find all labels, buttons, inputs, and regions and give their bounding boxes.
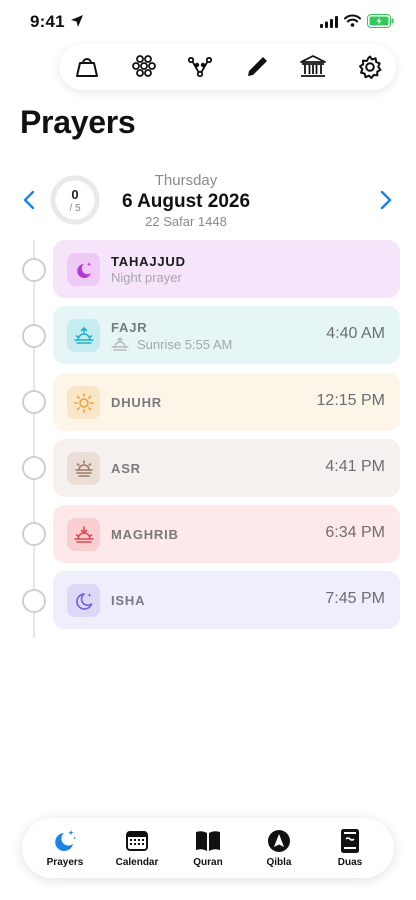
total-count: / 5 — [69, 203, 81, 214]
prayer-name: FAJR — [111, 320, 148, 335]
tab-label: Calendar — [115, 857, 159, 868]
prayer-checkbox[interactable] — [22, 456, 46, 480]
sunrise-small-icon — [111, 336, 129, 357]
prayer-card-asr[interactable]: ASR 4:41 PM — [53, 439, 400, 497]
chevron-right-icon — [380, 190, 392, 210]
settings-icon[interactable] — [356, 53, 384, 81]
top-toolbar — [59, 44, 396, 90]
prayer-name: ASR — [111, 461, 141, 476]
prayer-subtitle: Sunrise 5:55 AM — [137, 337, 233, 352]
tab-duas[interactable]: Duas — [311, 821, 389, 875]
prayer-time: 12:15 PM — [316, 392, 385, 409]
nodes-icon[interactable] — [186, 53, 214, 81]
status-bar: 9:41 — [0, 0, 416, 44]
prayer-checkbox[interactable] — [22, 589, 46, 613]
tab-quran[interactable]: Quran — [169, 821, 247, 875]
prayer-name: DHUHR — [111, 395, 162, 410]
previous-day-button[interactable] — [19, 188, 39, 212]
prayer-name: MAGHRIB — [111, 527, 179, 542]
prayer-time: 7:45 PM — [325, 590, 385, 607]
prayer-subtitle: Night prayer — [111, 270, 182, 285]
sun-low-icon — [67, 452, 100, 485]
prayer-time: 4:41 PM — [325, 458, 385, 475]
location-arrow-icon — [70, 14, 84, 33]
cellular-signal-icon — [320, 15, 339, 33]
tab-prayers[interactable]: Prayers — [26, 821, 104, 875]
tab-label: Duas — [337, 857, 363, 868]
prayer-checkbox[interactable] — [22, 324, 46, 348]
prayer-time: 6:34 PM — [325, 524, 385, 541]
sun-icon — [67, 386, 100, 419]
book-open-icon — [169, 828, 247, 854]
calendar-icon — [98, 828, 176, 854]
prayer-checkbox[interactable] — [22, 258, 46, 282]
institution-icon[interactable] — [299, 53, 327, 81]
battery-icon — [367, 14, 394, 33]
page-title: Prayers — [20, 104, 136, 140]
date-weekday: Thursday — [154, 172, 218, 189]
moon-icon — [67, 584, 100, 617]
prayer-checkbox[interactable] — [22, 522, 46, 546]
completed-count: 0 — [71, 187, 79, 202]
prayer-checkbox[interactable] — [22, 390, 46, 414]
prayer-time: 4:40 AM — [326, 325, 385, 342]
prayer-card-isha[interactable]: ISHA 7:45 PM — [53, 571, 400, 629]
sunset-icon — [67, 518, 100, 551]
sunrise-icon — [67, 319, 100, 352]
tab-qibla[interactable]: Qibla — [240, 821, 318, 875]
date-gregorian: 6 August 2026 — [121, 191, 251, 212]
prayer-name: TAHAJJUD — [111, 254, 186, 269]
prayer-progress-ring: 0 / 5 — [49, 174, 101, 226]
next-day-button[interactable] — [376, 188, 396, 212]
compass-icon — [240, 828, 318, 854]
prayer-card-dhuhr[interactable]: DHUHR 12:15 PM — [53, 373, 400, 431]
wifi-icon — [344, 14, 361, 32]
bottom-tab-bar: Prayers Calendar Quran Qibla Duas — [22, 818, 394, 878]
tab-label: Prayers — [46, 857, 84, 868]
prayer-book-icon — [311, 828, 389, 854]
prayer-card-fajr[interactable]: FAJR Sunrise 5:55 AM 4:40 AM — [53, 306, 400, 364]
tab-calendar[interactable]: Calendar — [98, 821, 176, 875]
pen-icon[interactable] — [243, 53, 271, 81]
prayer-name: ISHA — [111, 593, 146, 608]
date-hijri: 22 Safar 1448 — [145, 214, 227, 229]
moon-star-icon — [67, 253, 100, 286]
chevron-left-icon — [23, 190, 35, 210]
prayer-card-tahajjud[interactable]: TAHAJJUD Night prayer — [53, 240, 400, 298]
prayer-card-maghrib[interactable]: MAGHRIB 6:34 PM — [53, 505, 400, 563]
mosque-bell-icon[interactable] — [73, 53, 101, 81]
tab-label: Qibla — [266, 857, 292, 868]
timeline-line — [33, 240, 35, 638]
tab-label: Quran — [193, 857, 223, 868]
status-time: 9:41 — [30, 12, 65, 31]
moon-stars-icon — [26, 828, 104, 854]
tasbih-icon[interactable] — [130, 53, 158, 81]
